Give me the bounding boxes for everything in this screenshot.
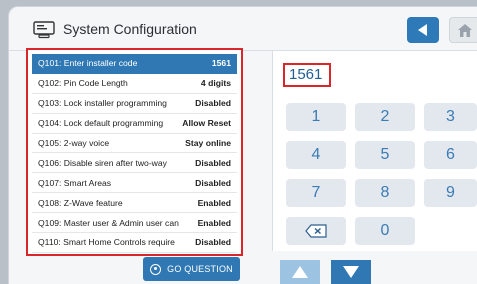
target-icon <box>150 263 162 275</box>
question-label: Q106: Disable siren after two-way <box>38 157 167 168</box>
question-value: Disabled <box>195 237 231 248</box>
question-row[interactable]: Q106: Disable siren after two-way Disable… <box>32 153 237 174</box>
question-value: 4 digits <box>200 78 231 89</box>
question-list: Q101: Enter installer code 1561 Q102: Pin … <box>26 48 243 256</box>
question-value: Stay online <box>185 138 231 148</box>
keypad-key-1[interactable]: 1 <box>286 103 346 131</box>
home-button[interactable] <box>449 17 477 43</box>
question-value: Enabled <box>197 217 231 228</box>
question-value: 1561 <box>211 58 231 69</box>
question-row[interactable]: Q105: 2-way voice Stay online <box>32 134 237 154</box>
question-label: Q105: 2-way voice <box>38 138 110 148</box>
keypad-key-3[interactable]: 3 <box>424 103 477 131</box>
arrow-down-icon <box>343 266 359 278</box>
question-value: Disabled <box>195 177 231 188</box>
question-row[interactable]: Q102: Pin Code Length 4 digits <box>32 74 237 94</box>
question-row[interactable]: Q104: Lock default programming Allow Rese… <box>32 114 237 134</box>
question-row[interactable]: Q108: Z-Wave feature Enabled <box>32 193 237 214</box>
keypad-key-7[interactable]: 7 <box>286 179 346 207</box>
question-value: Disabled <box>195 98 231 109</box>
question-row[interactable]: Q103: Lock installer programming Disabled <box>32 94 237 114</box>
keypad-key-9[interactable]: 9 <box>424 179 477 207</box>
keypad-key-2[interactable]: 2 <box>355 103 415 131</box>
keypad-key-6[interactable]: 6 <box>424 141 477 169</box>
keypad-key-8[interactable]: 8 <box>355 179 415 207</box>
go-question-label: GO QUESTION <box>167 264 233 274</box>
question-row[interactable]: Q110: Smart Home Controls require Disable… <box>32 233 237 253</box>
keypad-key-5[interactable]: 5 <box>355 141 415 169</box>
title-bar: System Configuration <box>9 7 477 51</box>
question-label: Q102: Pin Code Length <box>38 78 128 89</box>
backspace-button[interactable] <box>286 217 346 245</box>
back-arrow-icon <box>418 24 427 36</box>
page-title: System Configuration <box>63 21 197 37</box>
question-label: Q101: Enter installer code <box>38 58 138 69</box>
back-button[interactable] <box>407 17 439 43</box>
home-icon <box>458 23 472 37</box>
scroll-down-button[interactable] <box>331 260 371 284</box>
question-row[interactable]: Q109: Master user & Admin user can Enable… <box>32 213 237 234</box>
question-label: Q104: Lock default programming <box>38 118 164 129</box>
scroll-up-button[interactable] <box>280 260 320 284</box>
question-value: Disabled <box>195 157 231 168</box>
question-label: Q108: Z-Wave feature <box>38 197 123 208</box>
question-row[interactable]: Q101: Enter installer code 1561 <box>32 54 237 74</box>
settings-screen-icon <box>33 21 55 39</box>
question-value: Enabled <box>197 197 231 208</box>
question-label: Q110: Smart Home Controls require <box>38 237 175 248</box>
keypad-key-0[interactable]: 0 <box>355 217 415 245</box>
question-label: Q107: Smart Areas <box>38 177 112 188</box>
code-display[interactable]: 1561 <box>283 63 331 87</box>
question-label: Q109: Master user & Admin user can <box>38 217 179 228</box>
question-value: Allow Reset <box>182 118 231 129</box>
go-question-button[interactable]: GO QUESTION <box>143 257 240 281</box>
keypad-key-4[interactable]: 4 <box>286 141 346 169</box>
backspace-icon <box>305 224 327 238</box>
question-row[interactable]: Q107: Smart Areas Disabled <box>32 173 237 194</box>
arrow-up-icon <box>292 266 308 278</box>
question-label: Q103: Lock installer programming <box>38 98 167 109</box>
